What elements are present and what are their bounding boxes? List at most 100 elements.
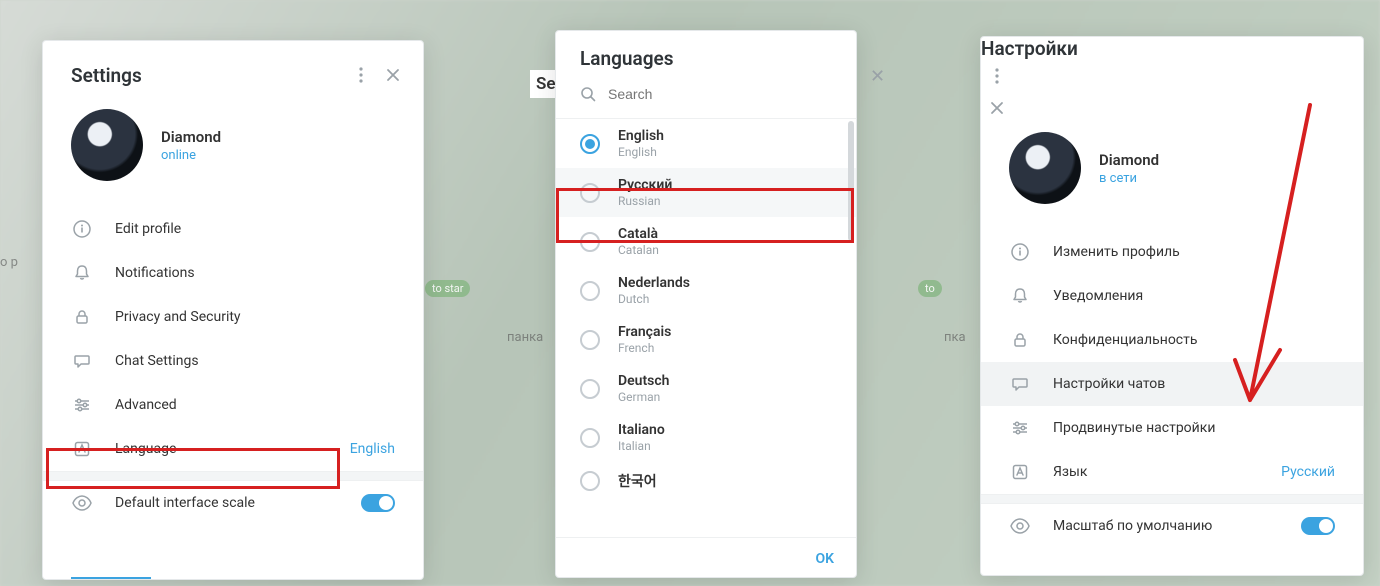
lang-native: Italiano (618, 422, 665, 438)
menu-value: Русский (1281, 464, 1335, 480)
settings-title-ru: Настройки (981, 37, 1363, 60)
profile-block[interactable]: Diamond в сети (981, 124, 1363, 230)
more-button[interactable] (345, 59, 377, 91)
lang-english: French (618, 341, 671, 355)
radio-icon (580, 183, 600, 203)
settings-title: Settings (71, 64, 345, 87)
bell-icon (71, 262, 93, 284)
lang-item-russian[interactable]: РусскийRussian (556, 168, 856, 217)
radio-icon (580, 428, 600, 448)
menu-item-advanced[interactable]: Advanced (43, 383, 423, 427)
settings-menu: Edit profile Notifications Privacy and S… (43, 207, 423, 471)
radio-icon (580, 471, 600, 491)
avatar (71, 109, 143, 181)
search-input[interactable] (608, 86, 832, 102)
menu-label: Language (115, 441, 328, 457)
menu-item-language[interactable]: Language English (43, 427, 423, 471)
lang-native: Català (618, 226, 659, 242)
menu-label: Advanced (115, 397, 395, 413)
radio-icon (580, 330, 600, 350)
menu-item-chat-settings[interactable]: Chat Settings (43, 339, 423, 383)
lang-item-korean[interactable]: 한국어 (556, 462, 856, 500)
footer: OK (556, 537, 856, 577)
menu-label: Продвинутые настройки (1053, 420, 1335, 436)
more-button[interactable] (981, 60, 1013, 92)
search-row[interactable] (556, 78, 856, 119)
lang-english: Catalan (618, 243, 659, 257)
profile-block[interactable]: Diamond online (43, 101, 423, 207)
lang-native: Français (618, 324, 671, 340)
scale-slider[interactable] (71, 577, 151, 579)
scale-toggle[interactable] (1301, 517, 1335, 535)
chat-icon (1009, 373, 1031, 395)
radio-icon (580, 379, 600, 399)
radio-icon (580, 232, 600, 252)
separator (43, 471, 423, 481)
menu-item-language[interactable]: Язык Русский (981, 450, 1363, 494)
profile-name: Diamond (1099, 151, 1159, 169)
info-icon (71, 218, 93, 240)
scrollbar[interactable] (848, 121, 854, 241)
close-button[interactable] (981, 92, 1013, 124)
bg-badge-start-2: to (918, 280, 942, 297)
separator (981, 494, 1363, 504)
lang-item-italian[interactable]: ItalianoItalian (556, 413, 856, 462)
menu-item-privacy[interactable]: Privacy and Security (43, 295, 423, 339)
menu-item-chat-settings[interactable]: Настройки чатов (981, 362, 1363, 406)
menu-label: Chat Settings (115, 353, 395, 369)
menu-item-edit-profile[interactable]: Edit profile (43, 207, 423, 251)
chat-icon (71, 350, 93, 372)
settings-panel: Settings Diamond online Edit profile Not… (42, 40, 424, 580)
profile-status: online (161, 148, 221, 163)
sliders-icon (71, 394, 93, 416)
info-icon (1009, 241, 1031, 263)
lang-item-catalan[interactable]: CatalàCatalan (556, 217, 856, 266)
language-icon (71, 438, 93, 460)
lang-item-dutch[interactable]: NederlandsDutch (556, 266, 856, 315)
lock-icon (71, 306, 93, 328)
lang-english: German (618, 390, 669, 404)
language-list: EnglishEnglish РусскийRussian CatalàCata… (556, 119, 856, 537)
menu-label: Уведомления (1053, 288, 1335, 304)
bell-icon (1009, 285, 1031, 307)
bg-close-icon: ✕ (870, 66, 885, 87)
close-icon (386, 68, 400, 82)
close-icon (990, 101, 1004, 115)
close-button[interactable] (377, 59, 409, 91)
menu-label: Edit profile (115, 221, 395, 237)
scale-toggle[interactable] (361, 494, 395, 512)
lang-item-german[interactable]: DeutschGerman (556, 364, 856, 413)
menu-label: Масштаб по умолчанию (1053, 518, 1279, 534)
settings-panel-ru: Настройки Diamond в сети Изменить профил… (980, 36, 1364, 576)
search-icon (580, 86, 596, 102)
bg-badge-start: to star (425, 280, 470, 297)
menu-label: Настройки чатов (1053, 376, 1335, 392)
languages-panel: Languages EnglishEnglish РусскийRussian … (555, 30, 857, 578)
avatar (1009, 132, 1081, 204)
menu-item-advanced[interactable]: Продвинутые настройки (981, 406, 1363, 450)
menu-item-privacy[interactable]: Конфиденциальность (981, 318, 1363, 362)
menu-item-notifications[interactable]: Notifications (43, 251, 423, 295)
sliders-icon (1009, 417, 1031, 439)
lang-english: English (618, 145, 664, 159)
ok-button[interactable]: OK (815, 551, 834, 567)
lang-item-english[interactable]: EnglishEnglish (556, 119, 856, 168)
menu-label: Язык (1053, 464, 1259, 480)
menu-item-edit-profile[interactable]: Изменить профиль (981, 230, 1363, 274)
menu-label: Notifications (115, 265, 395, 281)
menu-label: Privacy and Security (115, 309, 395, 325)
lang-native: Русский (618, 177, 672, 193)
profile-status: в сети (1099, 171, 1159, 186)
bg-frag: пка (944, 330, 966, 345)
lang-english: Dutch (618, 292, 690, 306)
menu-item-notifications[interactable]: Уведомления (981, 274, 1363, 318)
bg-frag: о р (0, 255, 18, 270)
lang-item-french[interactable]: FrançaisFrench (556, 315, 856, 364)
lang-native: Nederlands (618, 275, 690, 291)
menu-label: Конфиденциальность (1053, 332, 1335, 348)
menu-label: Изменить профиль (1053, 244, 1335, 260)
menu-item-default-scale[interactable]: Default interface scale (43, 481, 423, 525)
lang-native: Deutsch (618, 373, 669, 389)
menu-item-default-scale[interactable]: Масштаб по умолчанию (981, 504, 1363, 548)
lang-native: 한국어 (618, 471, 657, 491)
